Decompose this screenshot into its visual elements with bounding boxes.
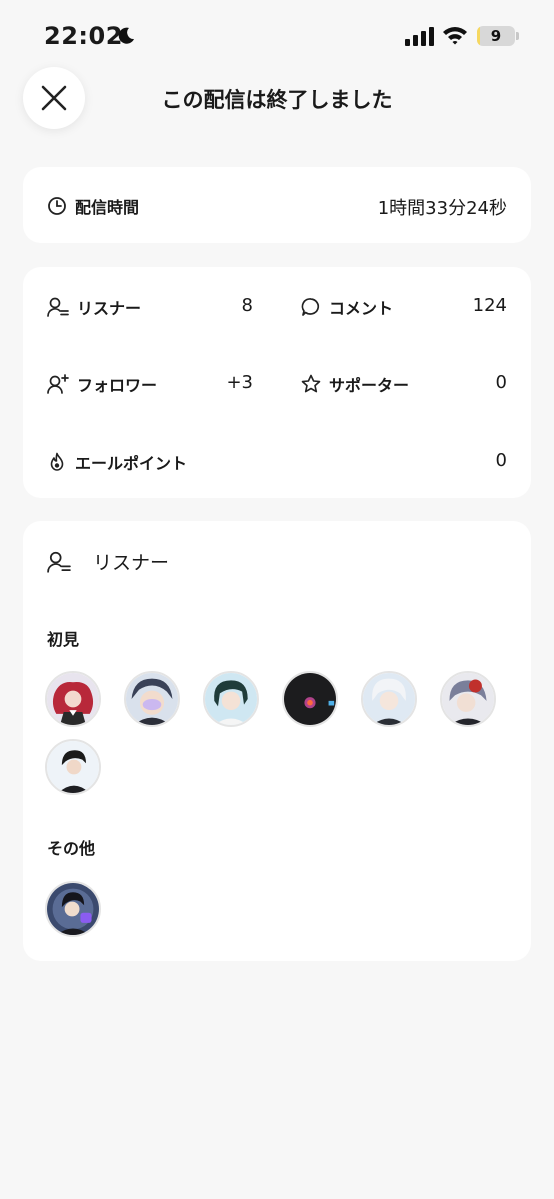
battery-icon: 9 bbox=[477, 26, 515, 46]
avatar-image bbox=[284, 673, 336, 725]
moon-icon bbox=[118, 27, 134, 44]
comments-stat: コメント bbox=[301, 295, 393, 319]
status-bar: 22:02 9 bbox=[0, 0, 554, 70]
status-time: 22:02 bbox=[44, 22, 123, 50]
supporters-value: 0 bbox=[495, 372, 507, 393]
listeners-label: リスナー bbox=[77, 299, 142, 318]
listeners-card: リスナー 初見 その他 bbox=[23, 521, 531, 961]
comment-icon bbox=[301, 298, 320, 316]
add-follower-icon bbox=[47, 374, 69, 394]
followers-value: +3 bbox=[226, 372, 253, 393]
avatar-image bbox=[205, 673, 257, 725]
star-icon bbox=[301, 374, 321, 393]
avatar-image bbox=[126, 673, 178, 725]
yell-points-stat: エールポイント bbox=[47, 450, 187, 474]
avatar-image bbox=[47, 741, 99, 793]
listener-avatar[interactable] bbox=[45, 739, 101, 795]
avatar-image bbox=[363, 673, 415, 725]
followers-stat: フォロワー bbox=[47, 372, 157, 396]
comments-value: 124 bbox=[472, 295, 507, 316]
comments-label: コメント bbox=[329, 299, 394, 318]
listener-avatar[interactable] bbox=[203, 671, 259, 727]
listener-icon bbox=[47, 551, 71, 573]
flame-icon bbox=[50, 452, 64, 471]
clock-icon bbox=[48, 197, 66, 215]
listeners-section-label: リスナー bbox=[93, 552, 170, 574]
page-title: この配信は終了しました bbox=[161, 88, 393, 112]
listener-icon bbox=[47, 297, 69, 317]
listeners-stat: リスナー bbox=[47, 295, 141, 319]
duration-row: 配信時間 bbox=[47, 194, 139, 218]
listener-avatar[interactable] bbox=[124, 671, 180, 727]
others-group-label: その他 bbox=[47, 839, 96, 858]
avatar-image bbox=[47, 883, 99, 935]
battery-tip bbox=[516, 32, 519, 40]
listeners-section-title: リスナー bbox=[47, 548, 169, 575]
followers-label: フォロワー bbox=[77, 376, 158, 395]
cellular-signal-icon bbox=[405, 27, 434, 46]
listeners-value: 8 bbox=[241, 295, 253, 316]
stats-card: リスナー 8 コメント 124 フォロワー +3 サポーター 0 エールポイント… bbox=[23, 267, 531, 498]
avatar-image bbox=[442, 673, 494, 725]
wifi-icon bbox=[443, 27, 467, 45]
listener-avatar[interactable] bbox=[45, 671, 101, 727]
duration-label: 配信時間 bbox=[75, 198, 140, 217]
listener-avatar[interactable] bbox=[282, 671, 338, 727]
supporters-stat: サポーター bbox=[301, 372, 409, 396]
supporters-label: サポーター bbox=[329, 376, 410, 395]
duration-card: 配信時間 1時間33分24秒 bbox=[23, 167, 531, 243]
yell-points-label: エールポイント bbox=[75, 454, 188, 473]
listener-avatar[interactable] bbox=[45, 881, 101, 937]
yell-points-value: 0 bbox=[495, 450, 507, 471]
avatar-image bbox=[47, 673, 99, 725]
battery-level: 9 bbox=[490, 27, 502, 45]
first-time-group-label: 初見 bbox=[47, 630, 80, 649]
duration-value: 1時間33分24秒 bbox=[377, 198, 507, 219]
listener-avatar[interactable] bbox=[440, 671, 496, 727]
listener-avatar[interactable] bbox=[361, 671, 417, 727]
